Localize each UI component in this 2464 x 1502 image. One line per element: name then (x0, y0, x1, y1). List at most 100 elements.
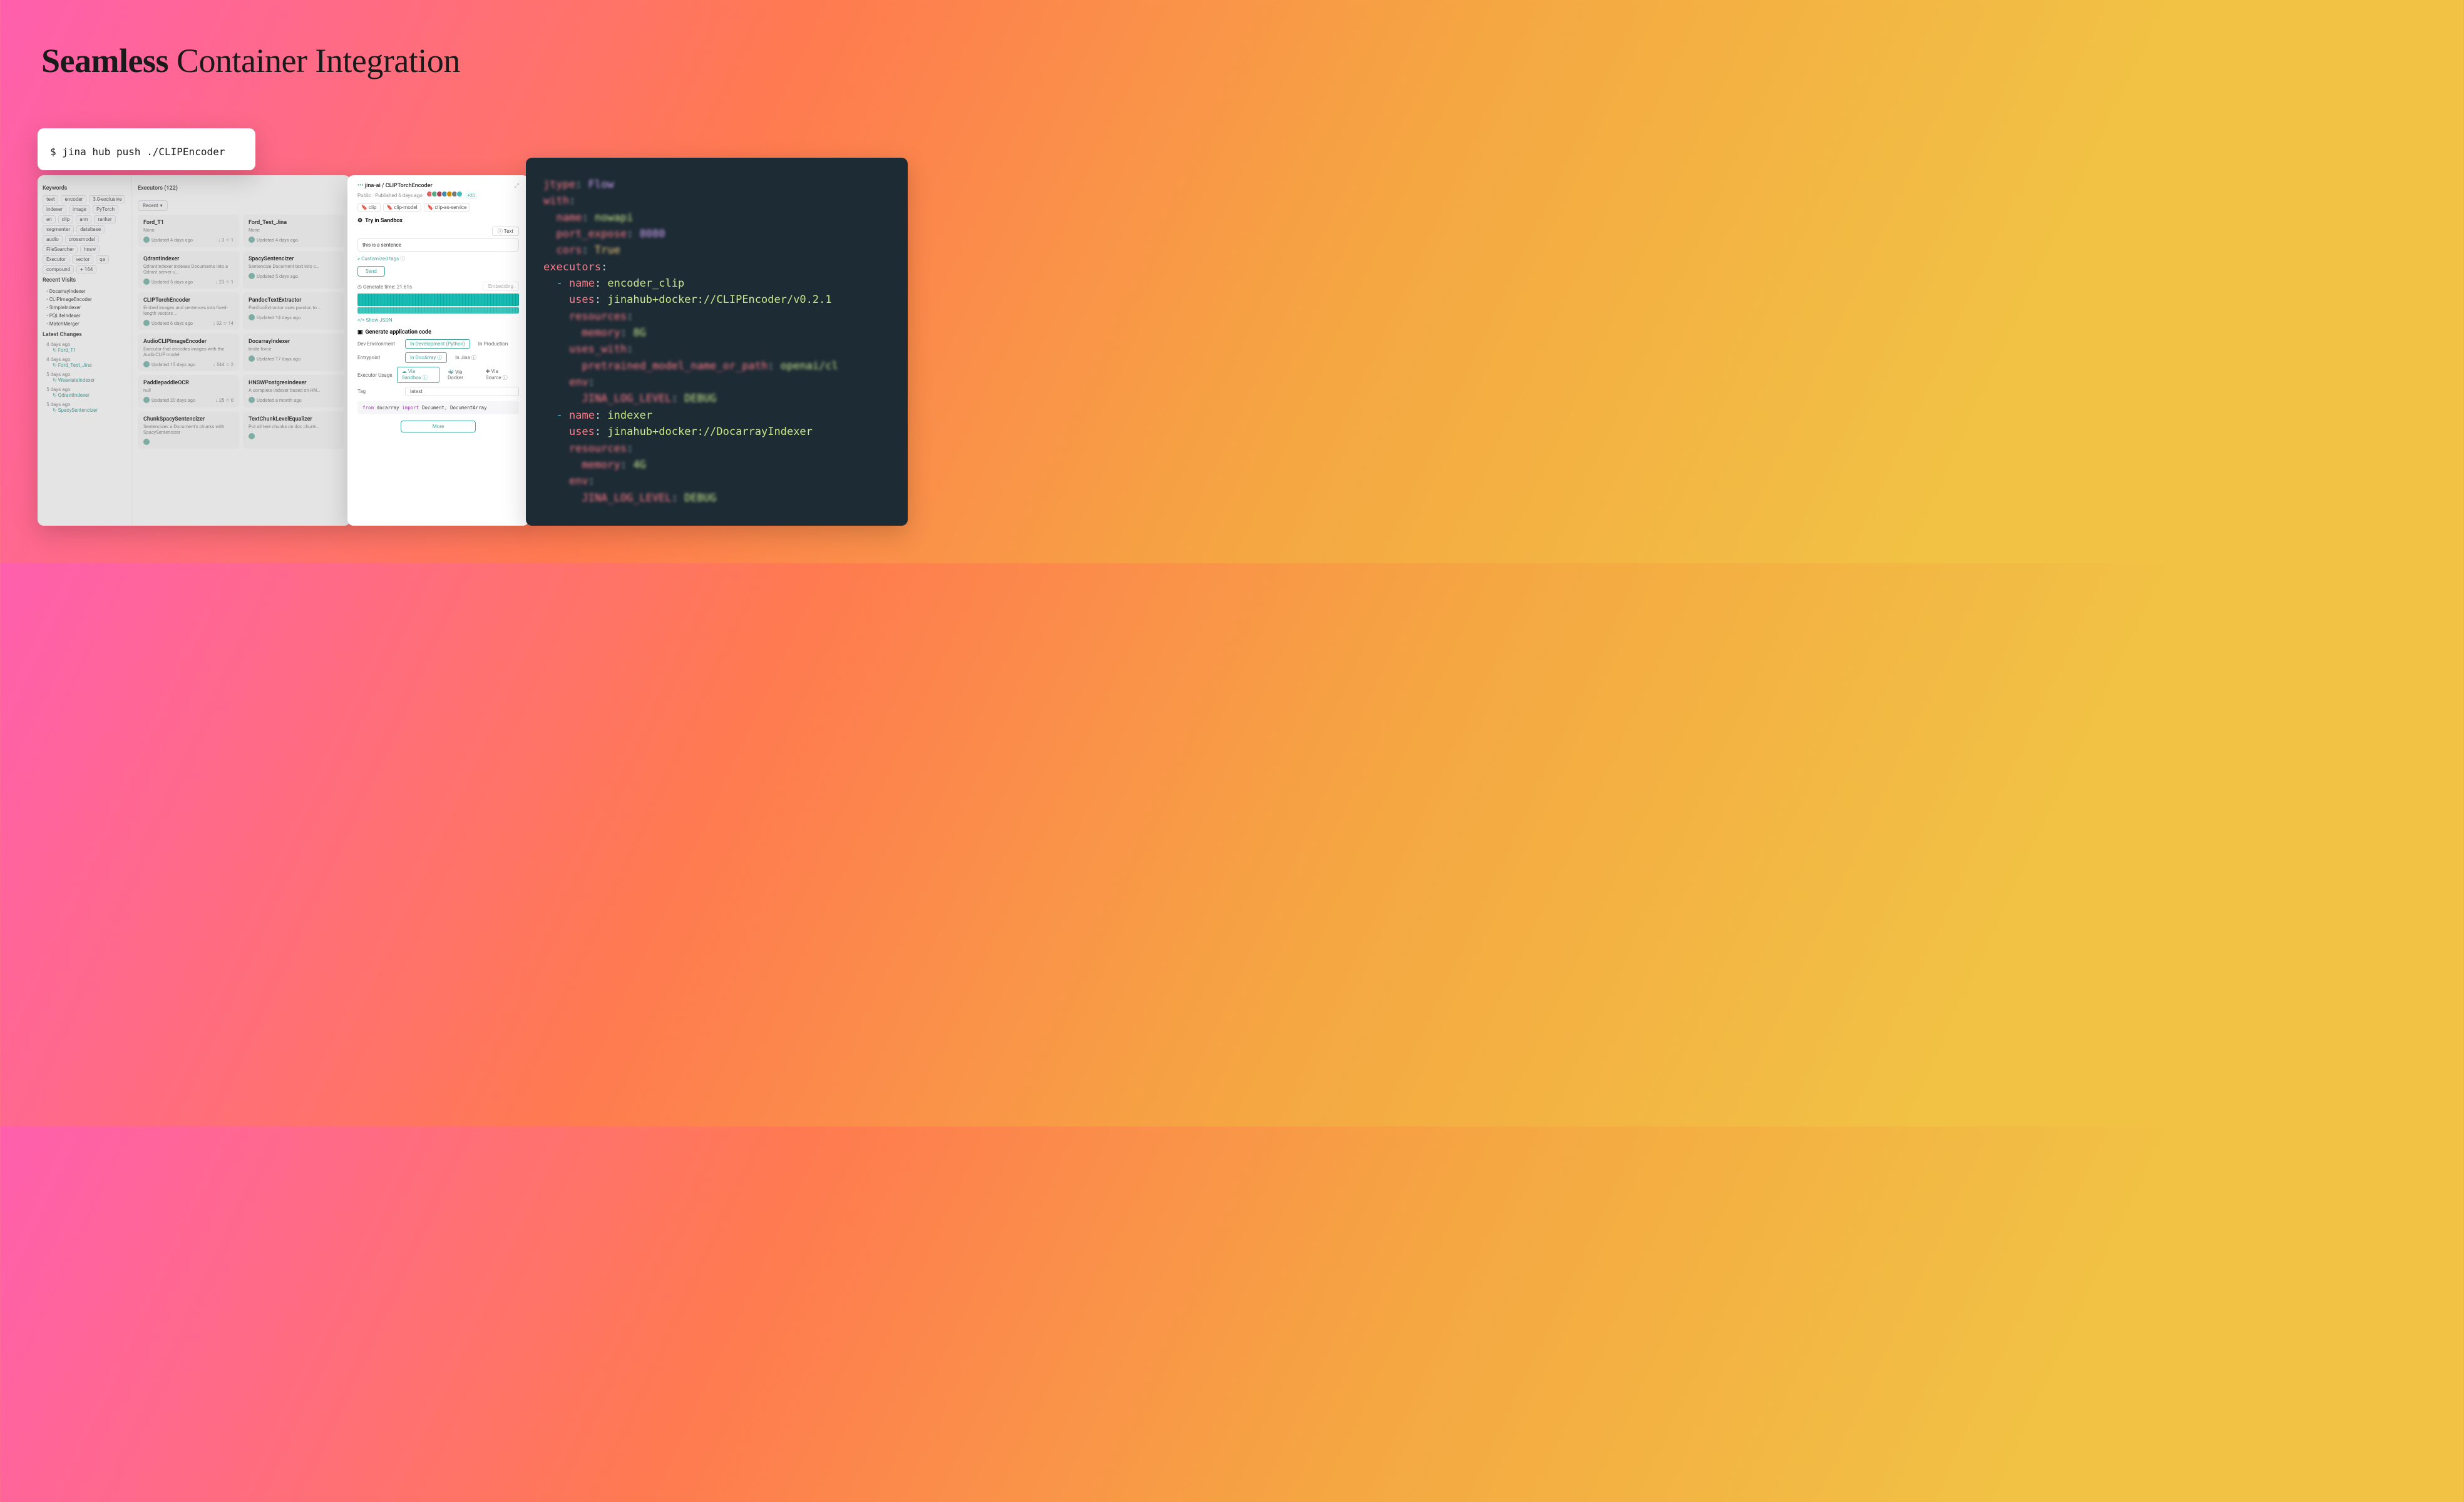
yaml-line: uses_with: (543, 341, 890, 357)
plus-count: +20 (466, 193, 477, 199)
keyword-tag[interactable]: qa (96, 255, 109, 263)
executor-card[interactable]: HNSWPostgresIndexerA complete indexer ba… (243, 375, 344, 407)
keyword-tag[interactable]: crossmodal (65, 235, 99, 243)
change-item[interactable]: ↻ Ford_Test_Jina (43, 362, 126, 368)
executor-stats: ↓ 32 ☆ 14 (213, 320, 234, 326)
change-item[interactable]: ↻ Ford_T1 (43, 347, 126, 353)
usage-source[interactable]: ✚ Via Source ⓘ (481, 367, 519, 382)
change-item[interactable]: ↻ QdrantIndexer (43, 392, 126, 398)
executor-desc: A complete indexer based on HN… (249, 387, 339, 393)
latest-changes-heading: Latest Changes (43, 332, 126, 338)
keyword-tag[interactable]: clip (58, 215, 74, 223)
expand-icon[interactable]: ⤢ (515, 183, 519, 189)
yaml-line: env: (543, 473, 890, 489)
yaml-line: port_expose: 8080 (543, 226, 890, 242)
embedding-pill[interactable]: Embedding (483, 282, 519, 291)
customized-tags-link[interactable]: > Customized tags ⓘ (357, 255, 519, 262)
publish-line: Public · Published 6 days ago +20 (357, 191, 477, 198)
entrypoint-alt[interactable]: In Jina ⓘ (451, 353, 481, 362)
executor-card[interactable]: ChunkSpacySentencizerSentencizes a Docum… (138, 411, 239, 449)
executor-card[interactable]: AudioCLIPImageEncoderExecutor that encod… (138, 334, 239, 371)
keyword-tag[interactable]: text (43, 195, 58, 203)
executor-card[interactable]: PandocTextExtractorPanDocExtractor uses … (243, 292, 344, 330)
executor-card[interactable]: QdrantIndexerQdrantIndexer indexes Docum… (138, 251, 239, 289)
sentence-input[interactable]: this is a sentence (357, 238, 519, 252)
detail-tag[interactable]: 🔖 clip (357, 203, 381, 212)
keyword-tag[interactable]: 3.0-exclusive (89, 195, 125, 203)
usage-docker[interactable]: 🐳 Via Docker (443, 368, 478, 382)
show-json-link[interactable]: </> Show JSON (357, 317, 519, 323)
sort-label: Recent (143, 203, 158, 208)
executor-name: QdrantIndexer (143, 256, 234, 262)
keyword-tag[interactable]: FileSearcher (43, 245, 78, 253)
dev-env-row: Dev Environment In Development (Python) … (357, 339, 519, 349)
keyword-tag[interactable]: segmenter (43, 225, 74, 233)
dev-env-active[interactable]: In Development (Python) (405, 339, 470, 349)
tag-row: Tag latest (357, 387, 519, 396)
sort-button[interactable]: Recent ▾ (138, 200, 168, 211)
headline-normal: Container Integration (168, 42, 460, 79)
keyword-tag[interactable]: image (69, 205, 90, 213)
change-item[interactable]: ↻ SpacySentencizer (43, 407, 126, 413)
executor-name: PandocTextExtractor (249, 297, 339, 304)
text-pill[interactable]: ⓘ Text (492, 227, 519, 236)
executor-card[interactable]: TextChunkLevelEqualizerPut all text chun… (243, 411, 344, 449)
keyword-tag[interactable]: hnsw (80, 245, 100, 253)
hub-main: Executors (122) Recent ▾ Ford_T1NoneUpda… (131, 175, 351, 526)
executor-name: PaddlepaddleOCR (143, 380, 234, 386)
executor-stats: ↓ 3 ☆ 1 (218, 237, 234, 243)
entrypoint-active[interactable]: In DocArray ⓘ (405, 352, 447, 363)
terminal-command: $ jina hub push ./CLIPEncoder (50, 146, 243, 158)
detail-tag[interactable]: 🔖 clip-model (383, 203, 421, 212)
yaml-line: resources: (543, 441, 890, 457)
keyword-tag[interactable]: compound (43, 265, 74, 273)
yaml-line: name: nowapi (543, 210, 890, 226)
dev-env-alt[interactable]: In Production (474, 340, 512, 348)
executor-desc: null (143, 387, 234, 393)
detail-tag[interactable]: 🔖 clip-as-service (424, 203, 471, 212)
recent-visit-item[interactable]: DocarrayIndexer (43, 287, 126, 295)
keyword-tag[interactable]: encoder (61, 195, 86, 203)
executor-name: SpacySentencizer (249, 256, 339, 262)
executor-card[interactable]: DocarrayIndexerbrute forceUpdated 17 day… (243, 334, 344, 371)
executor-card[interactable]: PaddlepaddleOCRnullUpdated 20 days ago↓ … (138, 375, 239, 407)
keyword-tag[interactable]: Executor (43, 255, 69, 263)
change-time: 4 days ago (43, 342, 126, 347)
keyword-tag[interactable]: + 164 (76, 265, 96, 273)
change-item[interactable]: ↻ WeaviateIndexer (43, 377, 126, 383)
executor-updated: Updated 15 days ago (151, 362, 195, 367)
executor-card[interactable]: Ford_Test_JinaNoneUpdated 4 days ago (243, 215, 344, 247)
executor-card[interactable]: Ford_T1NoneUpdated 4 days ago↓ 3 ☆ 1 (138, 215, 239, 247)
executor-name: Ford_Test_Jina (249, 220, 339, 226)
recent-visit-item[interactable]: PQLiteIndexer (43, 312, 126, 320)
terminal-card: $ jina hub push ./CLIPEncoder (38, 128, 255, 170)
change-time: 5 days ago (43, 402, 126, 407)
executor-card[interactable]: SpacySentencizerSentencize Document text… (243, 251, 344, 289)
keyword-tag[interactable]: ann (76, 215, 91, 223)
page-headline: Seamless Container Integration (41, 41, 460, 80)
recent-visit-item[interactable]: SimpleIndexer (43, 304, 126, 312)
keyword-tag[interactable]: audio (43, 235, 63, 243)
send-button[interactable]: Send (357, 266, 385, 277)
executor-desc: PanDocExtractor uses pandoc to … (249, 305, 339, 310)
executor-updated: Updated 17 days ago (257, 356, 300, 362)
keyword-tag[interactable]: en (43, 215, 56, 223)
keyword-tag[interactable]: PyTorch (93, 205, 118, 213)
keyword-tag[interactable]: ranker (94, 215, 115, 223)
executor-updated: Updated 5 days ago (257, 273, 298, 279)
recent-visit-item[interactable]: MatchMerger (43, 320, 126, 328)
keyword-tag[interactable]: indexer (43, 205, 66, 213)
tag-value[interactable]: latest (405, 387, 519, 396)
executor-card[interactable]: CLIPTorchEncoderEmbed images and sentenc… (138, 292, 239, 330)
yaml-line: JINA_LOG_LEVEL: DEBUG (543, 490, 890, 506)
keyword-tag[interactable]: database (76, 225, 105, 233)
breadcrumb: ••• jina-ai / CLIPTorchEncoder (357, 183, 477, 189)
executor-updated: Updated 4 days ago (257, 237, 298, 243)
recent-visit-item[interactable]: CLIPImageEncoder (43, 295, 126, 304)
yaml-line: uses: jinahub+docker://DocarrayIndexer (543, 424, 890, 440)
usage-sandbox[interactable]: ☁ Via Sandbox ⓘ (397, 367, 439, 383)
embedding-viz (357, 294, 519, 306)
contributor-avatars (428, 191, 463, 197)
more-button[interactable]: More (401, 421, 476, 432)
keyword-tag[interactable]: vector (72, 255, 93, 263)
